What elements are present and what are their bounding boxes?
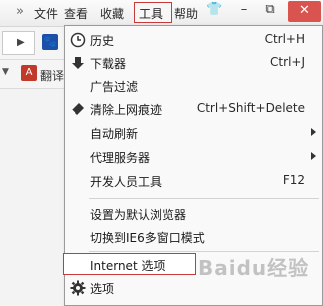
gear-icon: [70, 280, 86, 296]
dropdown-caret-icon[interactable]: ▼: [2, 67, 9, 77]
menu-view[interactable]: 查看: [64, 5, 88, 22]
skin-shirt-icon[interactable]: 👕: [206, 2, 222, 22]
baidu-paw-icon[interactable]: 🐾: [42, 34, 58, 50]
menu-separator: [89, 198, 319, 199]
menu-item-shortcut: F12: [282, 173, 305, 187]
menu-item-label: 开发人员工具: [90, 175, 163, 189]
download-arrow-icon: [72, 57, 84, 69]
menu-item-label: 广告过滤: [90, 80, 139, 94]
menu-item-label: 选项: [90, 282, 115, 296]
clock-icon: [70, 32, 86, 48]
menu-item-downloader[interactable]: 下载器 Ctrl+J: [65, 52, 322, 74]
menu-item-developer-tools[interactable]: 开发人员工具 F12: [65, 170, 322, 192]
menu-help[interactable]: 帮助: [174, 5, 198, 22]
menu-file[interactable]: 文件: [34, 5, 58, 22]
menu-item-label: 自动刷新: [90, 127, 139, 141]
restore-icon[interactable]: ⧉: [262, 2, 278, 22]
overflow-chevron-icon[interactable]: »: [16, 4, 24, 19]
menu-item-set-default-browser[interactable]: 设置为默认浏览器: [65, 203, 322, 225]
menu-item-label: 清除上网痕迹: [90, 103, 163, 117]
menu-item-label: Internet 选项: [90, 259, 166, 273]
browser-menubar: » 文件 查看 收藏 工具 帮助 👕 – ⧉ ✕: [0, 0, 323, 27]
menu-item-switch-ie6-mode[interactable]: 切换到IE6多窗口模式: [65, 226, 322, 248]
close-icon[interactable]: ✕: [288, 1, 321, 22]
menu-item-label: 设置为默认浏览器: [90, 208, 187, 222]
translate-icon[interactable]: A: [21, 65, 37, 81]
menu-item-label: 历史: [90, 34, 115, 48]
translate-label[interactable]: 翻译: [40, 67, 64, 84]
menu-item-shortcut: Ctrl+H: [264, 32, 305, 46]
menu-item-proxy-server[interactable]: 代理服务器: [65, 146, 322, 168]
menu-tools[interactable]: 工具: [134, 2, 172, 23]
menu-item-label: 下载器: [90, 57, 127, 71]
menu-tools-label: 工具: [139, 7, 164, 21]
watermark-text: Baidu经验: [198, 256, 310, 280]
menu-item-shortcut: Ctrl+Shift+Delete: [196, 101, 305, 115]
play-arrow-icon: ▶: [17, 37, 25, 48]
address-dropdown[interactable]: ▶: [2, 31, 35, 55]
submenu-arrow-icon: [311, 128, 316, 136]
menu-item-clear-history[interactable]: 清除上网痕迹 Ctrl+Shift+Delete: [65, 98, 322, 120]
menu-item-label: 代理服务器: [90, 151, 151, 165]
menu-item-ad-filter[interactable]: 广告过滤: [65, 75, 322, 97]
menu-item-shortcut: Ctrl+J: [270, 55, 305, 69]
submenu-arrow-icon: [311, 152, 316, 160]
minimize-icon[interactable]: –: [236, 2, 252, 22]
menu-item-auto-refresh[interactable]: 自动刷新: [65, 122, 322, 144]
menu-item-label: 切换到IE6多窗口模式: [90, 231, 205, 245]
eraser-icon: [71, 103, 84, 115]
menu-item-history[interactable]: 历史 Ctrl+H: [65, 29, 322, 51]
menu-favorites[interactable]: 收藏: [100, 5, 124, 22]
